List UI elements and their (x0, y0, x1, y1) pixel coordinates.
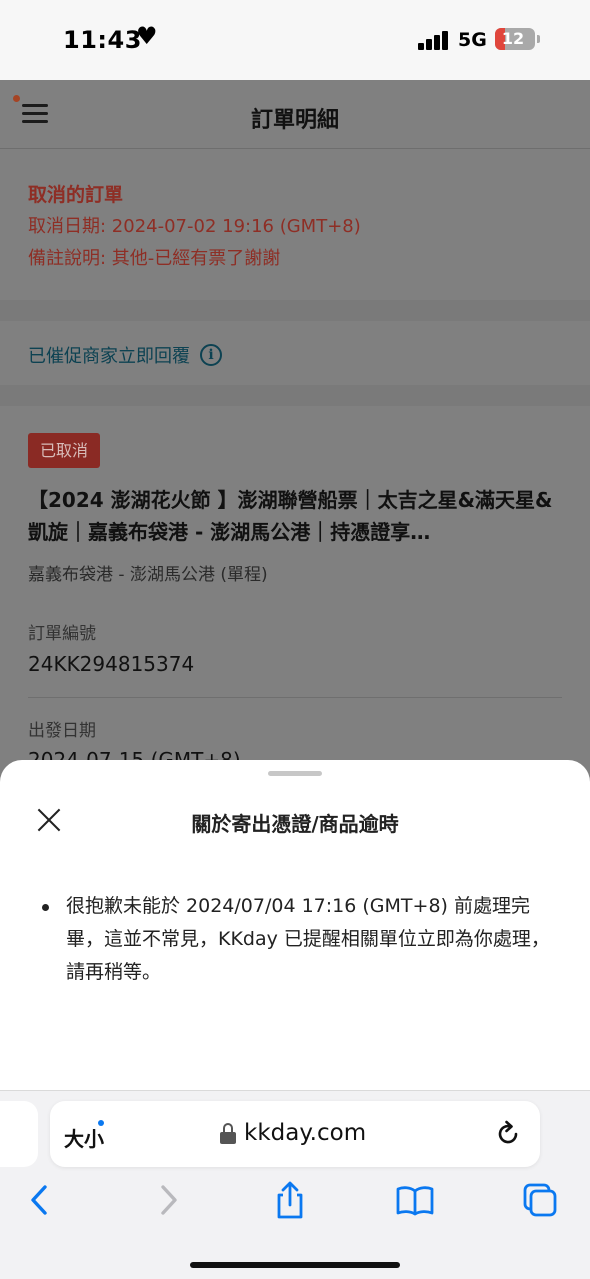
back-icon[interactable] (20, 1180, 60, 1220)
lock-icon (220, 1123, 236, 1145)
text-size-button[interactable]: 大小 (64, 1123, 104, 1152)
order-number-value: 24KK294815374 (28, 652, 195, 676)
battery-level: 12 (501, 29, 525, 48)
urge-merchant-text: 已催促商家立即回覆 (28, 346, 190, 367)
previous-tab-preview[interactable] (0, 1101, 38, 1167)
divider (28, 697, 562, 698)
network-type: 5G (458, 29, 487, 51)
url-text[interactable]: kkday.com (244, 1120, 366, 1146)
page-title: 訂單明細 (250, 108, 339, 133)
forward-icon[interactable] (148, 1180, 188, 1220)
bookmarks-icon[interactable] (395, 1180, 435, 1220)
sheet-title: 關於寄出憑證/商品逾時 (191, 812, 399, 836)
home-indicator[interactable] (190, 1262, 400, 1268)
order-number-label: 訂單編號 (28, 624, 96, 644)
departure-date-label: 出發日期 (28, 721, 96, 741)
bottom-sheet: 關於寄出憑證/商品逾時 很抱歉未能於 2024/07/04 17:16 (GMT… (0, 760, 590, 1090)
share-icon[interactable] (270, 1180, 310, 1220)
urge-merchant-row[interactable]: 已催促商家立即回覆 i (28, 342, 222, 368)
product-title[interactable]: 【2024 澎湖花火節 】澎湖聯營船票｜太吉之星&滿天星&凱旋｜嘉義布袋港 - … (28, 484, 563, 548)
tabs-icon[interactable] (520, 1180, 560, 1220)
status-bar: 11:43 ♥ 5G 12 (0, 0, 590, 80)
reload-icon[interactable] (494, 1120, 522, 1148)
sheet-message-list: 很抱歉未能於 2024/07/04 17:16 (GMT+8) 前處理完畢，這並… (42, 890, 552, 989)
section-separator (0, 385, 590, 406)
address-bar[interactable]: 大小 kkday.com (50, 1101, 540, 1167)
section-separator (0, 300, 590, 321)
battery-tip (537, 35, 540, 43)
app-header: 訂單明細 (0, 80, 590, 149)
sheet-message: 很抱歉未能於 2024/07/04 17:16 (GMT+8) 前處理完畢，這並… (42, 890, 552, 989)
status-badge: 已取消 (28, 433, 101, 468)
cancellation-info: 取消的訂單 取消日期: 2024-07-02 19:16 (GMT+8) 備註說… (0, 150, 590, 300)
cancellation-title: 取消的訂單 (28, 184, 124, 206)
notification-dot (13, 95, 20, 102)
info-icon[interactable]: i (200, 344, 222, 366)
signal-icon (418, 30, 450, 50)
battery-icon: 12 (495, 28, 535, 50)
sheet-grabber-handle[interactable] (268, 771, 322, 776)
product-route: 嘉義布袋港 - 澎湖馬公港 (單程) (28, 565, 268, 585)
cancellation-note: 備註說明: 其他-已經有票了謝謝 (28, 248, 281, 269)
cancellation-date: 取消日期: 2024-07-02 19:16 (GMT+8) (28, 216, 361, 237)
status-time: 11:43 (63, 26, 142, 54)
text-size-indicator-dot (98, 1120, 104, 1126)
heart-icon: ♥ (136, 22, 158, 50)
